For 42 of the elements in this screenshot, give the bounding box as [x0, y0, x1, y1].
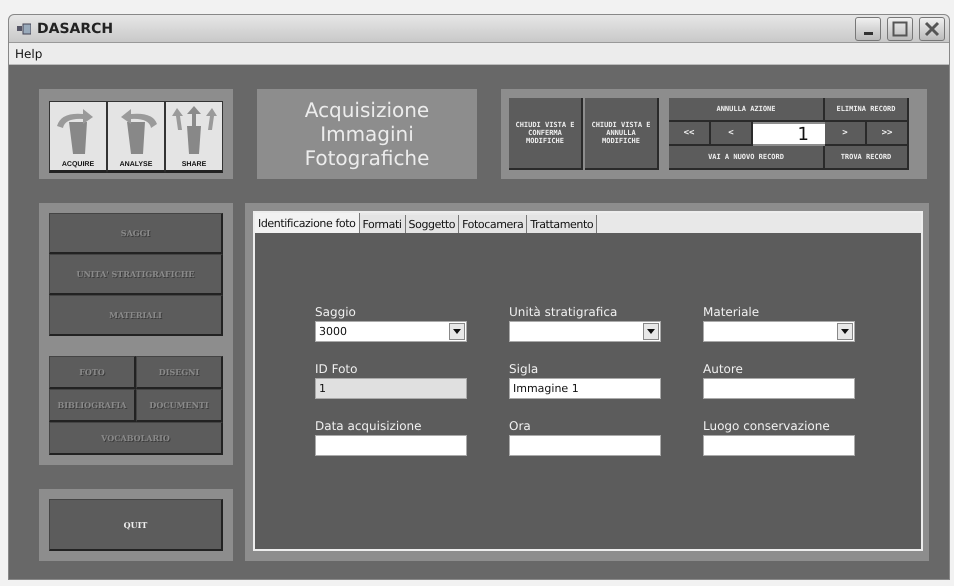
dropdown-field[interactable]: [509, 321, 661, 342]
dropdown-arrow-icon: [647, 329, 655, 334]
tab[interactable]: Trattamento: [527, 215, 598, 233]
field-label: Ora: [509, 419, 532, 433]
app-icon: [17, 22, 31, 34]
field-label: Sigla: [509, 362, 540, 376]
quit-button[interactable]: QUIT: [49, 499, 223, 551]
field-label: ID Foto: [315, 362, 358, 376]
dropdown-arrow-icon: [841, 329, 849, 334]
first-record-button[interactable]: <<: [669, 122, 711, 146]
field-label: Materiale: [703, 305, 760, 319]
input-field[interactable]: [509, 435, 661, 456]
field-label: Data acquisizione: [315, 419, 423, 433]
window-title: DASARCH: [37, 20, 114, 36]
minimize-button[interactable]: [855, 16, 881, 40]
field-label: Unità stratigrafica: [509, 305, 618, 319]
input-field[interactable]: Immagine 1: [509, 378, 661, 399]
dropdown-field[interactable]: [703, 321, 855, 342]
record-number-field[interactable]: 1: [753, 124, 825, 144]
previous-record-button[interactable]: <: [711, 122, 753, 146]
next-record-button[interactable]: >: [825, 122, 867, 146]
field-label: Saggio: [315, 305, 357, 319]
input-field[interactable]: [315, 435, 467, 456]
tab[interactable]: Formati: [360, 215, 406, 233]
close-button[interactable]: [919, 16, 945, 40]
tab[interactable]: Identificazione foto: [255, 213, 360, 233]
close-icon: [924, 20, 940, 36]
tab[interactable]: Fotocamera: [459, 215, 528, 233]
form-title: Acquisizione Immagini Fotografiche: [257, 89, 477, 179]
tab[interactable]: Soggetto: [406, 215, 460, 233]
maximize-icon: [892, 20, 908, 36]
input-field[interactable]: [703, 378, 855, 399]
input-field[interactable]: [703, 435, 855, 456]
minimize-icon: [864, 32, 872, 35]
dropdown-arrow-icon: [453, 329, 461, 334]
menu-item[interactable]: Help: [13, 46, 44, 60]
field-label: Luogo conservazione: [703, 419, 831, 433]
maximize-button[interactable]: [887, 16, 913, 40]
last-record-button[interactable]: >>: [867, 122, 909, 146]
dropdown-field[interactable]: 3000: [315, 321, 467, 342]
up-arrows-icon: [169, 104, 219, 156]
field-label: Autore: [703, 362, 744, 376]
